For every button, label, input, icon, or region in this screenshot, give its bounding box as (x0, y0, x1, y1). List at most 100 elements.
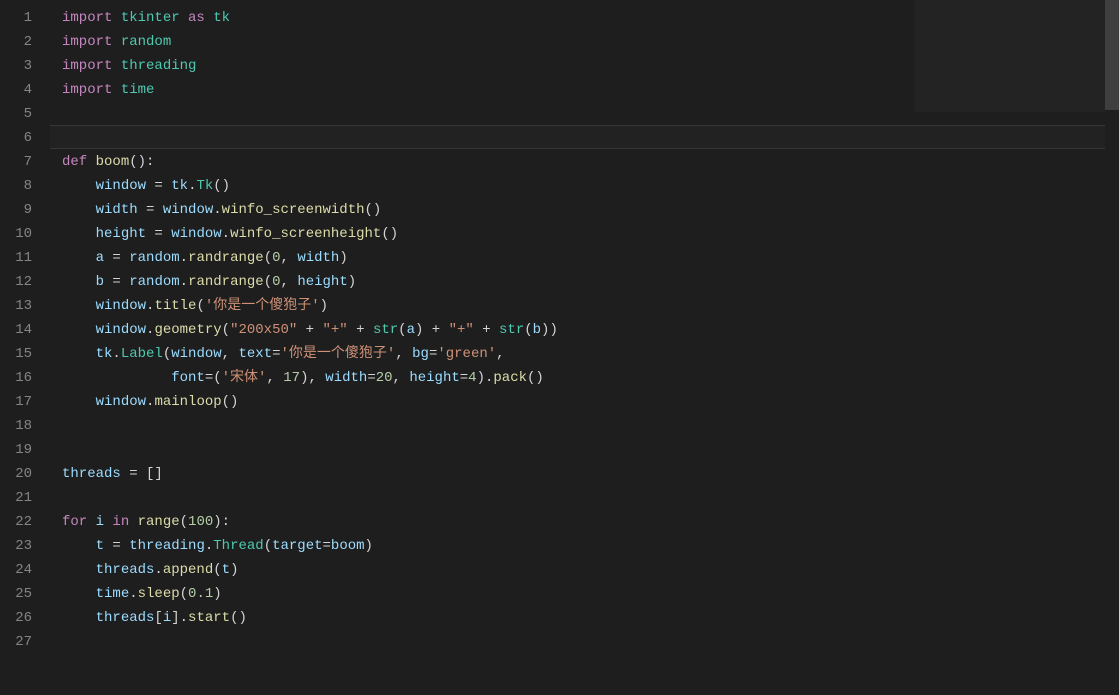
token-pun (62, 562, 96, 578)
token-obj: tk (171, 178, 188, 194)
token-str: '你是一个傻狍子' (281, 346, 396, 362)
code-area[interactable]: import tkinter as tkimport randomimport … (50, 0, 1119, 695)
code-line[interactable]: window = tk.Tk() (62, 174, 1119, 198)
code-line[interactable]: height = window.winfo_screenheight() (62, 222, 1119, 246)
token-pun: () (365, 202, 382, 218)
line-number: 24 (0, 558, 32, 582)
line-number: 22 (0, 510, 32, 534)
code-line[interactable]: t = threading.Thread(target=boom) (62, 534, 1119, 558)
code-editor[interactable]: 1234567891011121314151617181920212223242… (0, 0, 1119, 695)
line-number: 2 (0, 30, 32, 54)
line-number: 15 (0, 342, 32, 366)
code-line[interactable]: a = random.randrange(0, width) (62, 246, 1119, 270)
token-pun: . (180, 274, 188, 290)
code-line[interactable] (62, 126, 1119, 150)
token-num: 0.1 (188, 586, 213, 602)
token-var: b (96, 274, 104, 290)
token-pun: . (213, 202, 221, 218)
token-var: boom (331, 538, 365, 554)
token-mod: Thread (213, 538, 263, 554)
token-pun (62, 274, 96, 290)
token-fn: sleep (138, 586, 180, 602)
token-mod: time (121, 82, 155, 98)
code-line[interactable]: threads = [] (62, 462, 1119, 486)
code-line[interactable]: threads.append(t) (62, 558, 1119, 582)
code-line[interactable] (62, 438, 1119, 462)
code-line[interactable] (62, 486, 1119, 510)
token-pun (62, 610, 96, 626)
token-mod: threading (121, 58, 197, 74)
token-fn: winfo_screenwidth (222, 202, 365, 218)
code-line[interactable]: import time (62, 78, 1119, 102)
token-mod: tk (213, 10, 230, 26)
token-pun: + (474, 322, 499, 338)
line-number: 7 (0, 150, 32, 174)
code-line[interactable]: def boom(): (62, 150, 1119, 174)
code-line[interactable]: for i in range(100): (62, 510, 1119, 534)
token-pun: ( (163, 346, 171, 362)
token-obj: random (129, 274, 179, 290)
code-line[interactable] (62, 102, 1119, 126)
token-pun: ( (264, 538, 272, 554)
token-str: '宋体' (222, 370, 267, 386)
code-line[interactable]: tk.Label(window, text='你是一个傻狍子', bg='gre… (62, 342, 1119, 366)
token-var: window (96, 178, 146, 194)
code-line[interactable]: b = random.randrange(0, height) (62, 270, 1119, 294)
token-fn: boom (96, 154, 130, 170)
token-pun (62, 226, 96, 242)
token-var: bg (412, 346, 429, 362)
code-line[interactable]: width = window.winfo_screenwidth() (62, 198, 1119, 222)
token-str: "+" (323, 322, 348, 338)
token-pun: ) (320, 298, 328, 314)
code-line[interactable]: window.title('你是一个傻狍子') (62, 294, 1119, 318)
token-kw: in (104, 514, 138, 530)
line-number: 16 (0, 366, 32, 390)
code-line[interactable] (62, 630, 1119, 654)
vertical-scrollbar[interactable] (1105, 0, 1119, 695)
code-line[interactable]: import threading (62, 54, 1119, 78)
token-pun: ). (477, 370, 494, 386)
line-number: 20 (0, 462, 32, 486)
token-var: i (163, 610, 171, 626)
code-line[interactable]: time.sleep(0.1) (62, 582, 1119, 606)
token-pun: . (129, 586, 137, 602)
token-pun: , (393, 370, 410, 386)
token-pun: . (205, 538, 213, 554)
token-var: width (325, 370, 367, 386)
code-line[interactable]: import random (62, 30, 1119, 54)
token-obj: threading (129, 538, 205, 554)
code-line[interactable]: import tkinter as tk (62, 6, 1119, 30)
code-line[interactable]: window.geometry("200x50" + "+" + str(a) … (62, 318, 1119, 342)
token-pun (62, 178, 96, 194)
token-pun: ( (524, 322, 532, 338)
token-pun: ]. (171, 610, 188, 626)
token-pun: ( (264, 250, 272, 266)
token-fn: geometry (154, 322, 221, 338)
token-var: width (297, 250, 339, 266)
token-mod: str (373, 322, 398, 338)
token-pun: ( (180, 514, 188, 530)
code-line[interactable]: window.mainloop() (62, 390, 1119, 414)
token-kw: as (188, 10, 213, 26)
line-number: 12 (0, 270, 32, 294)
token-num: 17 (283, 370, 300, 386)
code-line[interactable] (62, 414, 1119, 438)
token-fn: append (163, 562, 213, 578)
token-var: width (96, 202, 138, 218)
token-pun: = (323, 538, 331, 554)
scrollbar-thumb[interactable] (1105, 0, 1119, 110)
token-var: target (272, 538, 322, 554)
line-number: 27 (0, 630, 32, 654)
token-var: height (409, 370, 459, 386)
token-fn: start (188, 610, 230, 626)
token-pun: , (281, 274, 298, 290)
code-line[interactable]: font=('宋体', 17), width=20, height=4).pac… (62, 366, 1119, 390)
token-pun: () (381, 226, 398, 242)
token-var: b (533, 322, 541, 338)
token-num: 4 (468, 370, 476, 386)
code-line[interactable]: threads[i].start() (62, 606, 1119, 630)
token-pun: [ (154, 610, 162, 626)
token-pun: = (146, 178, 171, 194)
token-num: 0 (272, 274, 280, 290)
line-number: 17 (0, 390, 32, 414)
